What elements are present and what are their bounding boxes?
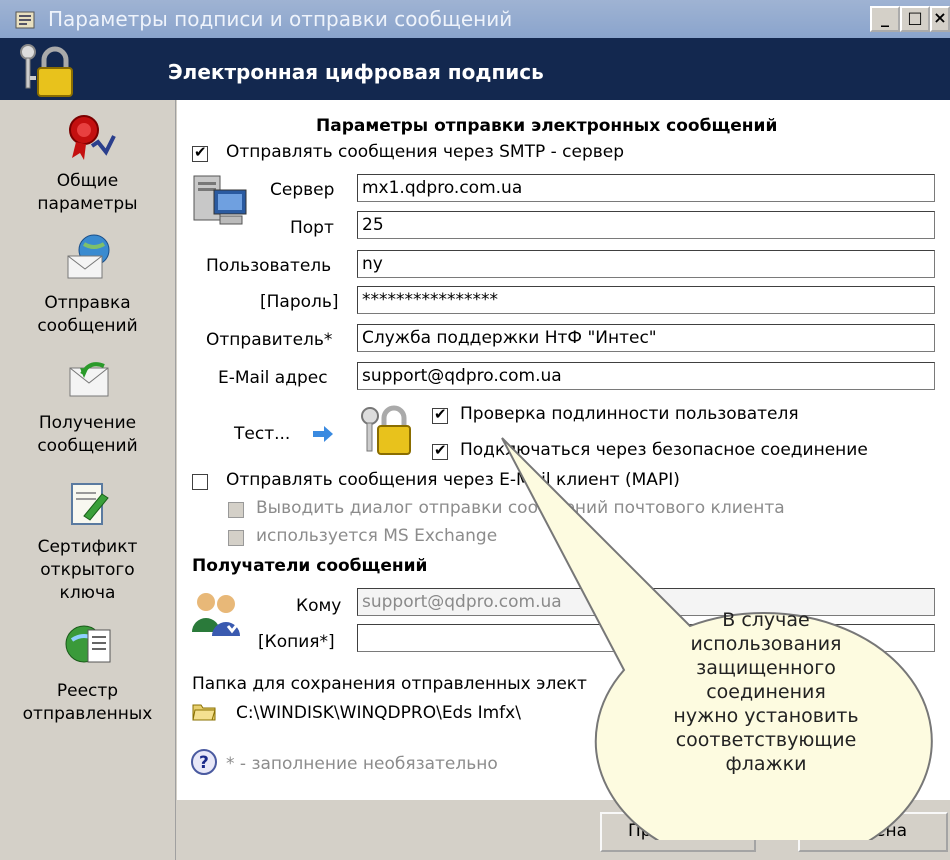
port-label: Порт bbox=[290, 218, 334, 238]
sidebar-item-certificate[interactable]: Сертификт открытого ключа bbox=[0, 536, 175, 605]
password-label: [Пароль] bbox=[260, 292, 339, 312]
sidebar-item-sending[interactable]: Отправка сообщений bbox=[0, 292, 175, 338]
envelope-receive-icon[interactable] bbox=[62, 356, 116, 406]
exchange-checkbox[interactable] bbox=[228, 530, 244, 546]
help-icon[interactable]: ? bbox=[190, 748, 218, 776]
callout-text: В случае использования защищенного соеди… bbox=[673, 609, 859, 775]
app-icon bbox=[14, 10, 38, 30]
email-field[interactable]: support@qdpro.com.ua bbox=[357, 362, 935, 390]
window-title: Параметры подписи и отправки сообщений bbox=[48, 7, 513, 31]
minimize-button[interactable]: _ bbox=[870, 6, 900, 32]
mapi-dialog-checkbox[interactable] bbox=[228, 502, 244, 518]
globe-envelope-icon[interactable] bbox=[62, 232, 116, 282]
maximize-button[interactable]: □ bbox=[900, 6, 930, 32]
header-title: Электронная цифровая подпись bbox=[168, 60, 544, 84]
users-icon bbox=[190, 588, 246, 638]
sidebar-item-receiving[interactable]: Получение сообщений bbox=[0, 412, 175, 458]
ribbon-award-icon[interactable] bbox=[62, 112, 116, 162]
server-label: Сервер bbox=[270, 180, 335, 200]
sidebar-item-registry[interactable]: Реестр отправленных bbox=[0, 680, 175, 726]
server-field[interactable]: mx1.qdpro.com.ua bbox=[357, 174, 935, 202]
folder-icon[interactable] bbox=[192, 700, 216, 722]
close-button[interactable]: × bbox=[930, 6, 950, 32]
email-label: E-Mail адрес bbox=[218, 368, 328, 388]
user-field[interactable]: ny bbox=[357, 250, 935, 278]
sender-field[interactable]: Служба поддержки НтФ "Интес" bbox=[357, 324, 935, 352]
smtp-checkbox[interactable] bbox=[192, 143, 208, 162]
sidebar-item-general[interactable]: Общие параметры bbox=[0, 170, 175, 216]
test-label[interactable]: Тест... bbox=[234, 424, 290, 444]
user-label: Пользователь bbox=[206, 256, 332, 276]
recipients-title: Получатели сообщений bbox=[192, 556, 428, 576]
certificate-pen-icon[interactable] bbox=[62, 478, 116, 528]
section-title: Параметры отправки электронных сообщений bbox=[316, 116, 778, 136]
globe-document-icon[interactable] bbox=[62, 620, 116, 670]
keys-lock-icon bbox=[16, 42, 76, 98]
mapi-checkbox[interactable] bbox=[192, 474, 208, 490]
cc-label: [Копия*] bbox=[258, 632, 335, 652]
sender-label: Отправитель* bbox=[206, 330, 333, 350]
to-label: Кому bbox=[296, 596, 342, 616]
server-computer-icon bbox=[190, 172, 252, 232]
svg-text:?: ? bbox=[199, 753, 209, 773]
arrow-right-icon[interactable] bbox=[312, 425, 334, 443]
password-field[interactable]: **************** bbox=[357, 286, 935, 314]
smtp-checkbox-label: Отправлять сообщения через SMTP - сервер bbox=[226, 142, 625, 162]
port-field[interactable]: 25 bbox=[357, 211, 935, 239]
